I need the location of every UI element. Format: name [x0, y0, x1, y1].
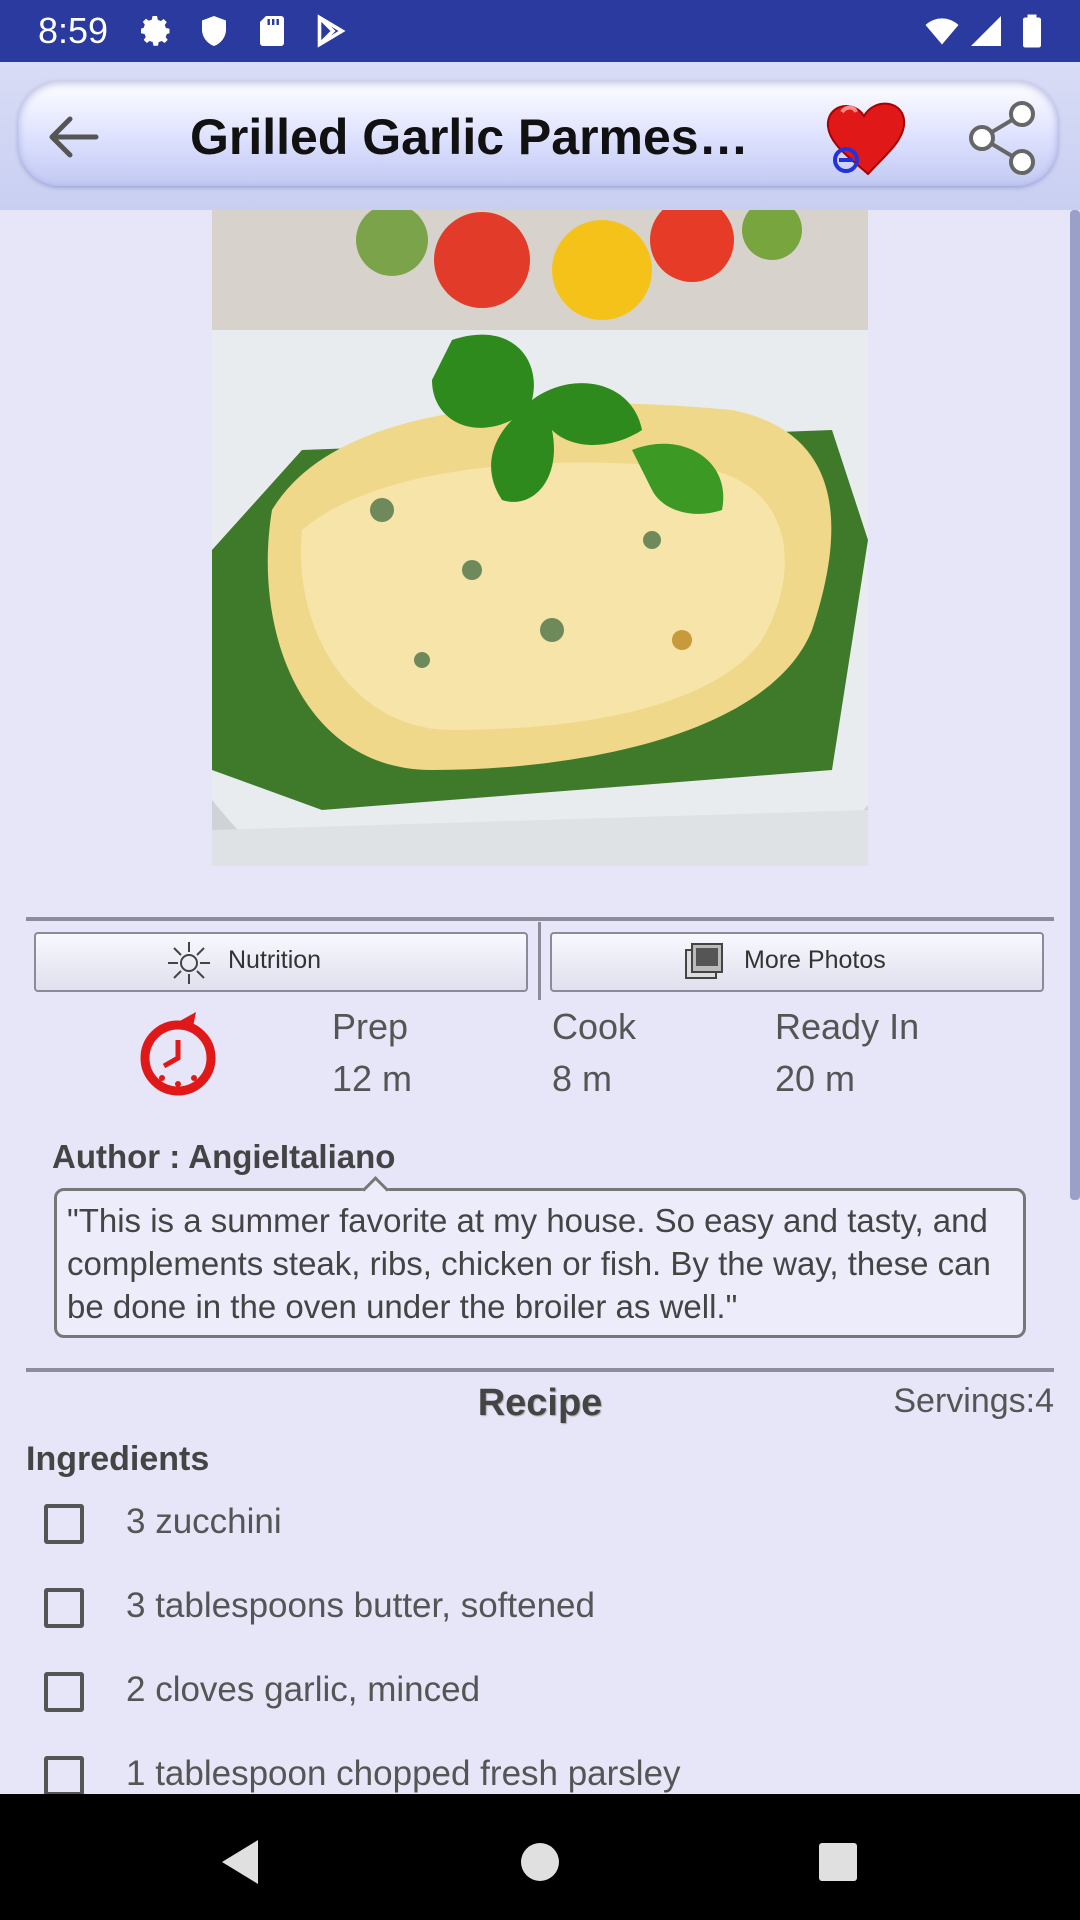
ingredient-item[interactable]: 2 cloves garlic, minced: [44, 1666, 1044, 1726]
ingredient-text: 2 cloves garlic, minced: [126, 1670, 481, 1709]
recipe-description: "This is a summer favorite at my house. …: [54, 1188, 1026, 1338]
photos-icon: [685, 943, 723, 979]
more-photos-button[interactable]: More Photos: [550, 932, 1044, 992]
ready-in-label: Ready In: [775, 1006, 920, 1047]
nav-home-icon[interactable]: [510, 1832, 570, 1892]
play-store-icon: [317, 14, 346, 48]
favorite-heart-icon[interactable]: [820, 94, 910, 180]
recipe-photo[interactable]: [212, 210, 868, 866]
servings-label[interactable]: Servings:4: [893, 1382, 1054, 1421]
ingredient-checkbox[interactable]: [44, 1504, 84, 1544]
ingredients-heading: Ingredients: [26, 1440, 210, 1478]
ingredient-text: 3 zucchini: [126, 1502, 282, 1541]
ingredient-checkbox[interactable]: [44, 1588, 84, 1628]
page-title: Grilled Garlic Parmesan Zucchini: [190, 109, 770, 165]
app-toolbar: Grilled Garlic Parmesan Zucchini: [0, 62, 1080, 210]
wifi-icon: [925, 18, 959, 45]
settings-icon: [141, 16, 170, 46]
more-photos-button-label: More Photos: [744, 946, 886, 974]
nav-recents-icon[interactable]: [808, 1832, 868, 1892]
status-bar: 8:59: [0, 0, 1080, 62]
prep-value: 12 m: [332, 1058, 413, 1099]
status-time: 8:59: [38, 10, 109, 51]
divider: [26, 1368, 1054, 1372]
share-icon[interactable]: [966, 100, 1038, 176]
cook-value: 8 m: [552, 1058, 613, 1099]
divider: [26, 917, 1054, 921]
ingredient-item[interactable]: 3 zucchini: [44, 1498, 1044, 1558]
author-label[interactable]: Author : AngieItaliano: [52, 1138, 395, 1176]
timer-icon[interactable]: [130, 1004, 226, 1100]
ready-in-value: 20 m: [775, 1058, 856, 1099]
battery-icon: [1023, 14, 1041, 48]
nav-back-icon[interactable]: [210, 1832, 270, 1892]
sd-card-icon: [260, 16, 284, 46]
shield-icon: [202, 16, 226, 46]
ingredient-checkbox[interactable]: [44, 1672, 84, 1712]
ingredient-item[interactable]: 3 tablespoons butter, softened: [44, 1582, 1044, 1642]
ingredient-text: 3 tablespoons butter, softened: [126, 1586, 595, 1625]
nutrition-icon: [168, 942, 210, 984]
signal-icon: [971, 16, 1001, 46]
scrollbar[interactable]: [1070, 210, 1080, 1200]
back-arrow-icon[interactable]: [38, 107, 108, 167]
nutrition-button-label: Nutrition: [228, 946, 322, 974]
prep-label: Prep: [332, 1006, 409, 1047]
navigation-bar: [0, 1794, 1080, 1920]
ingredient-checkbox[interactable]: [44, 1756, 84, 1796]
ingredient-text: 1 tablespoon chopped fresh parsley: [126, 1754, 681, 1793]
nutrition-button[interactable]: Nutrition: [34, 932, 528, 992]
button-separator: [538, 922, 541, 1000]
cook-label: Cook: [552, 1006, 637, 1047]
